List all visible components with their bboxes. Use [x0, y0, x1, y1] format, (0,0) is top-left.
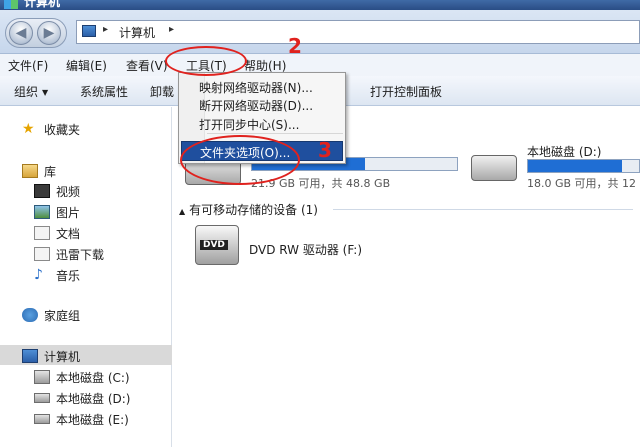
breadcrumb-computer[interactable]: 计算机 — [119, 24, 155, 41]
document-icon — [34, 247, 50, 261]
document-icon — [34, 226, 50, 240]
forward-button[interactable]: ▶ — [37, 21, 61, 45]
organize-button[interactable]: 组织 ▼ — [14, 83, 48, 100]
system-properties-button[interactable]: 系统属性 — [80, 83, 128, 100]
chevron-right-icon[interactable]: ▸ — [169, 24, 174, 35]
menu-view[interactable]: 查看(V) — [126, 57, 168, 74]
drive-icon — [34, 414, 50, 424]
drive-icon — [34, 393, 50, 403]
annotation-circle-tools — [165, 46, 247, 76]
drive-icon — [471, 155, 517, 181]
menu-separator — [207, 133, 343, 134]
annotation-circle-folder-options — [180, 135, 300, 185]
nav-drive-d-label: 本地磁盘 (D:) — [56, 392, 131, 406]
group-divider — [333, 209, 633, 210]
nav-homegroup-label: 家庭组 — [44, 309, 81, 323]
library-icon — [22, 164, 38, 178]
menu-item-disconnect-network-drive[interactable]: 断开网络驱动器(D)... — [199, 97, 313, 114]
removable-group-header[interactable]: ▲ 有可移动存储的设备 (1) — [179, 201, 318, 218]
computer-icon — [82, 25, 96, 37]
removable-group-label: 有可移动存储的设备 (1) — [189, 203, 318, 217]
nav-libraries-label: 库 — [44, 165, 57, 179]
nav-lib-documents-label: 文档 — [56, 227, 81, 241]
window-title: 计算机 — [24, 0, 61, 9]
uninstall-button[interactable]: 卸载 — [150, 83, 174, 100]
menu-item-map-network-drive[interactable]: 映射网络驱动器(N)... — [199, 79, 313, 96]
nav-lib-videos-label: 视频 — [56, 185, 81, 199]
video-icon — [34, 184, 50, 198]
drive-d-name: 本地磁盘 (D:) — [527, 145, 602, 159]
music-icon: ♪ — [34, 267, 43, 283]
nav-lib-music-label: 音乐 — [56, 269, 81, 283]
nav-drive-e-label: 本地磁盘 (E:) — [56, 413, 129, 427]
homegroup-icon — [22, 308, 38, 322]
drive-d-stats: 18.0 GB 可用，共 12 — [527, 177, 637, 190]
back-button[interactable]: ◀ — [9, 21, 33, 45]
annotation-step-3: 3 — [318, 138, 332, 162]
drive-d-usage-fill — [528, 160, 623, 172]
address-bar-area: ◀ ▶ ▸ 计算机 ▸ — [0, 10, 640, 54]
dvd-drive-icon: DVD — [195, 225, 239, 265]
nav-drive-c-label: 本地磁盘 (C:) — [56, 371, 130, 385]
dvd-drive-label: DVD RW 驱动器 (F:) — [249, 243, 363, 257]
annotation-step-2: 2 — [288, 34, 302, 58]
dvd-icon-text: DVD — [200, 240, 228, 250]
title-bar: 计算机 — [0, 0, 640, 10]
picture-icon — [34, 205, 50, 219]
collapse-arrow-icon[interactable]: ▲ — [179, 207, 185, 216]
nav-computer-label: 计算机 — [44, 350, 81, 364]
nav-buttons: ◀ ▶ — [5, 18, 67, 48]
computer-icon — [4, 0, 18, 9]
open-control-panel-button[interactable]: 打开控制面板 — [370, 83, 442, 100]
menu-item-open-sync-center[interactable]: 打开同步中心(S)... — [199, 116, 299, 133]
nav-favorites-label: 收藏夹 — [44, 123, 81, 137]
computer-icon — [22, 349, 38, 363]
organize-label: 组织 — [14, 85, 39, 99]
nav-lib-pictures-label: 图片 — [56, 206, 81, 220]
menu-edit[interactable]: 编辑(E) — [66, 57, 107, 74]
drive-windows-icon — [34, 370, 50, 384]
chevron-down-icon: ▼ — [42, 88, 49, 97]
chevron-right-icon[interactable]: ▸ — [103, 24, 108, 35]
star-icon: ★ — [22, 121, 35, 137]
navigation-pane: ★ 收藏夹 库 视频 图片 文档 迅雷下载 ♪ 音乐 家庭组 计算机 本地磁盘 … — [0, 107, 172, 447]
menu-file[interactable]: 文件(F) — [8, 57, 48, 74]
drive-d-usage-bar — [527, 159, 640, 173]
address-box[interactable]: ▸ 计算机 ▸ — [76, 20, 640, 44]
nav-lib-xunlei-label: 迅雷下载 — [56, 248, 105, 262]
